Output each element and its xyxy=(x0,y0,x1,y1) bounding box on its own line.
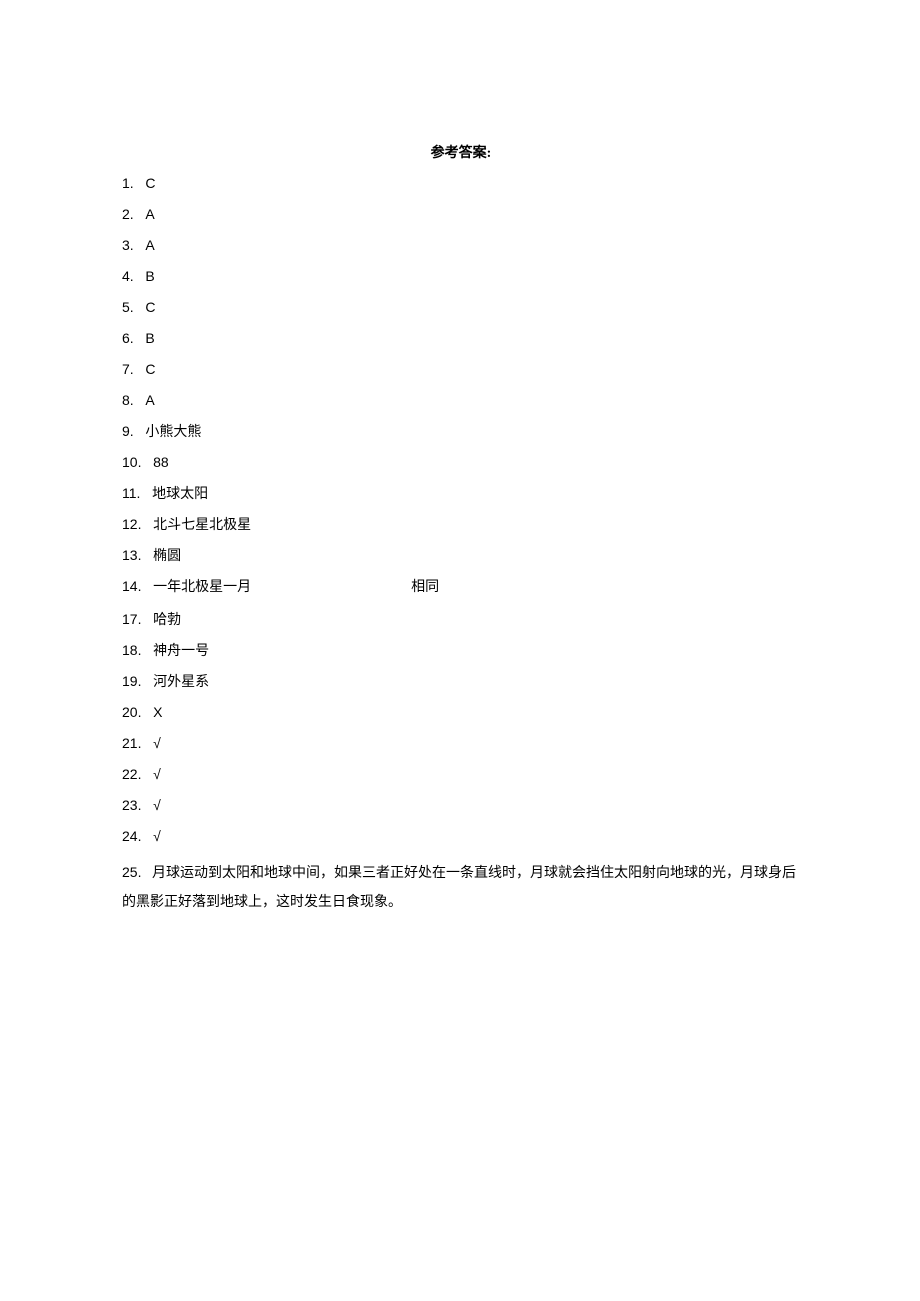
answer-number: 3. xyxy=(122,238,134,252)
answer-24: 24. √ xyxy=(122,829,800,843)
answer-number: 11. xyxy=(122,486,140,500)
answer-number: 10. xyxy=(122,455,141,469)
answer-17: 17. 哈勃 xyxy=(122,612,800,626)
answer-value: 88 xyxy=(153,454,169,470)
answer-value: 神舟一号 xyxy=(153,642,209,658)
answer-value: C xyxy=(145,361,155,377)
answer-23: 23. √ xyxy=(122,798,800,812)
answer-7: 7. C xyxy=(122,362,800,376)
answer-number: 14. xyxy=(122,579,141,593)
answer-2: 2. A xyxy=(122,207,800,221)
answer-value: C xyxy=(145,175,155,191)
answer-number: 21. xyxy=(122,736,141,750)
answer-number: 22. xyxy=(122,767,141,781)
answer-value: C xyxy=(145,299,155,315)
answer-11: 11. 地球太阳 xyxy=(122,486,800,500)
answer-5: 5. C xyxy=(122,300,800,314)
answer-number: 19. xyxy=(122,674,141,688)
answer-10: 10. 88 xyxy=(122,455,800,469)
answer-22: 22. √ xyxy=(122,767,800,781)
answer-1: 1. C xyxy=(122,176,800,190)
answer-4: 4. B xyxy=(122,269,800,283)
answer-12: 12. 北斗七星北极星 xyxy=(122,517,800,531)
answer-value: A xyxy=(145,392,154,408)
answer-number: 12. xyxy=(122,517,141,531)
answer-value: 椭圆 xyxy=(153,547,181,563)
answer-value: √ xyxy=(153,797,161,813)
answer-value: 北斗七星北极星 xyxy=(153,516,251,532)
answer-number: 5. xyxy=(122,300,134,314)
answer-value: √ xyxy=(153,828,161,844)
answer-value: X xyxy=(153,704,162,720)
answer-20: 20. X xyxy=(122,705,800,719)
answer-value: 哈勃 xyxy=(153,611,181,627)
answer-value: 小熊大熊 xyxy=(145,423,201,439)
answer-number: 1. xyxy=(122,176,134,190)
answer-number: 6. xyxy=(122,331,134,345)
answer-13: 13. 椭圆 xyxy=(122,548,800,562)
answer-value: A xyxy=(145,206,154,222)
answer-value: 一年北极星一月 xyxy=(153,578,251,594)
answer-value: √ xyxy=(153,766,161,782)
answer-number: 2. xyxy=(122,207,134,221)
answer-value: B xyxy=(145,330,154,346)
answer-number: 18. xyxy=(122,643,141,657)
answer-6: 6. B xyxy=(122,331,800,345)
document-page: 参考答案: 1. C 2. A 3. A 4. B 5. C 6. B 7. C… xyxy=(0,0,920,918)
answer-value: A xyxy=(145,237,154,253)
answer-extra: 相同 xyxy=(411,581,439,595)
answer-number: 23. xyxy=(122,798,141,812)
answer-3: 3. A xyxy=(122,238,800,252)
answer-number: 9. xyxy=(122,424,134,438)
answer-25: 25. 月球运动到太阳和地球中间，如果三者正好处在一条直线时，月球就会挡住太阳射… xyxy=(122,858,800,918)
answer-number: 4. xyxy=(122,269,134,283)
answer-number: 20. xyxy=(122,705,141,719)
answer-number: 13. xyxy=(122,548,141,562)
answer-value: 地球太阳 xyxy=(152,485,208,501)
answer-9: 9. 小熊大熊 xyxy=(122,424,800,438)
page-title: 参考答案: xyxy=(122,142,800,162)
answer-number: 24. xyxy=(122,829,141,843)
answer-number: 7. xyxy=(122,362,134,376)
answer-number: 25. xyxy=(122,864,141,880)
answer-8: 8. A xyxy=(122,393,800,407)
answer-21: 21. √ xyxy=(122,736,800,750)
answer-value: B xyxy=(145,268,154,284)
answer-number: 8. xyxy=(122,393,134,407)
answer-value: √ xyxy=(153,735,161,751)
answer-19: 19. 河外星系 xyxy=(122,674,800,688)
answer-value: 河外星系 xyxy=(153,673,209,689)
answer-18: 18. 神舟一号 xyxy=(122,643,800,657)
answer-value: 月球运动到太阳和地球中间，如果三者正好处在一条直线时，月球就会挡住太阳射向地球的… xyxy=(122,866,796,910)
answer-14: 14. 一年北极星一月 相同 xyxy=(122,579,800,595)
answer-number: 17. xyxy=(122,612,141,626)
